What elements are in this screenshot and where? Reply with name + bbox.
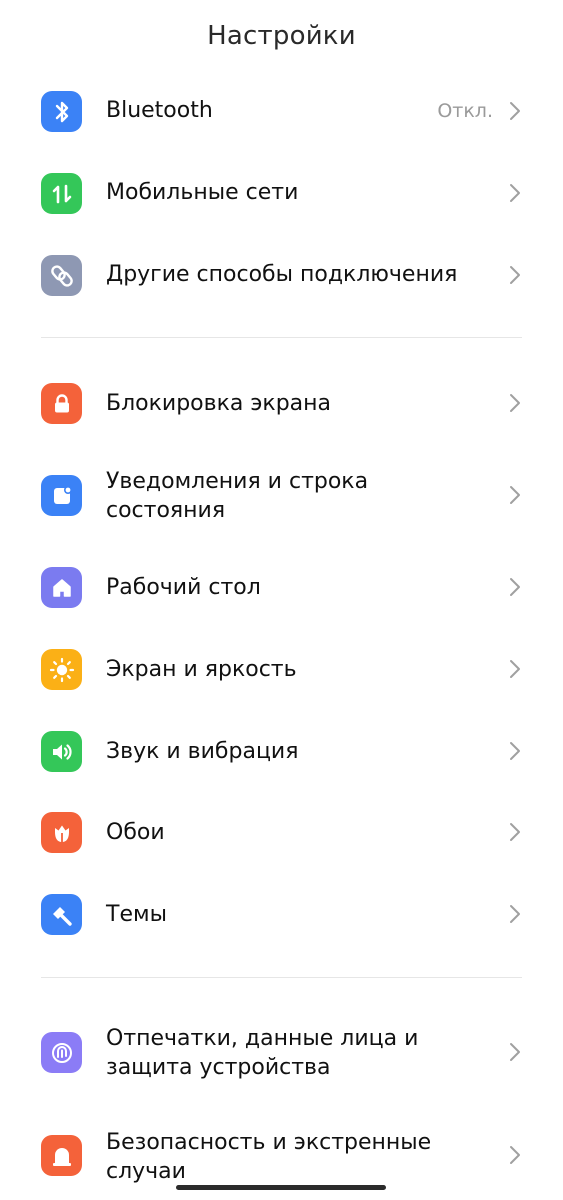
settings-item-other-connections[interactable]: Другие способы подключения	[0, 235, 563, 315]
sun-icon	[41, 649, 82, 690]
link-icon	[41, 255, 82, 296]
settings-item-label: Мобильные сети	[106, 180, 299, 205]
settings-item-home-screen[interactable]: Рабочий стол	[0, 547, 563, 627]
chevron-right-icon	[510, 394, 520, 412]
settings-item-label-line: Отпечатки, данные лица и	[106, 1026, 419, 1051]
settings-item-mobile-networks[interactable]: Мобильные сети	[0, 153, 563, 233]
chevron-right-icon	[510, 1146, 520, 1164]
chevron-right-icon	[510, 660, 520, 678]
page-title: Настройки	[207, 21, 356, 51]
settings-item-display[interactable]: Экран и яркость	[0, 629, 563, 709]
settings-item-label-line: случаи	[106, 1159, 186, 1184]
settings-item-sound[interactable]: Звук и вибрация	[0, 711, 563, 791]
settings-item-label: Безопасность и экстренные случаи	[106, 1128, 493, 1186]
settings-item-label: Уведомления и строка состояния	[106, 467, 493, 525]
mobile-data-icon	[41, 173, 82, 214]
settings-item-label-line: Уведомления и строка	[106, 469, 369, 494]
tulip-icon	[41, 812, 82, 853]
chevron-right-icon	[510, 742, 520, 760]
chevron-right-icon	[510, 266, 520, 284]
home-icon	[41, 567, 82, 608]
settings-item-themes[interactable]: Темы	[0, 874, 563, 954]
settings-item-lock-screen[interactable]: Блокировка экрана	[0, 363, 563, 443]
section-divider	[41, 977, 522, 978]
settings-item-label: Другие способы подключения	[106, 262, 458, 287]
chevron-right-icon	[510, 1043, 520, 1061]
settings-item-notifications[interactable]: Уведомления и строка состояния	[0, 448, 563, 543]
bluetooth-status: Откл.	[437, 100, 493, 122]
settings-item-label-line: Безопасность и экстренные	[106, 1130, 432, 1155]
settings-item-label: Экран и яркость	[106, 657, 297, 682]
section-divider	[41, 337, 522, 338]
chevron-right-icon	[510, 578, 520, 596]
settings-item-label: Обои	[106, 820, 165, 845]
settings-item-label: Темы	[106, 902, 167, 927]
settings-item-label: Отпечатки, данные лица и защита устройст…	[106, 1024, 493, 1082]
settings-item-label: Звук и вибрация	[106, 739, 299, 764]
chevron-right-icon	[510, 184, 520, 202]
notification-icon	[41, 475, 82, 516]
chevron-right-icon	[510, 486, 520, 504]
chevron-right-icon	[510, 102, 520, 120]
settings-item-bluetooth[interactable]: Bluetooth Откл.	[0, 71, 563, 151]
settings-item-label-line: защита устройства	[106, 1055, 331, 1080]
settings-item-label-line: состояния	[106, 498, 226, 523]
chevron-right-icon	[510, 823, 520, 841]
chevron-right-icon	[510, 905, 520, 923]
settings-item-biometrics[interactable]: Отпечатки, данные лица и защита устройст…	[0, 1005, 563, 1100]
fingerprint-icon	[41, 1032, 82, 1073]
settings-item-wallpaper[interactable]: Обои	[0, 792, 563, 872]
settings-item-label: Bluetooth	[106, 98, 213, 123]
speaker-icon	[41, 731, 82, 772]
brush-icon	[41, 894, 82, 935]
lock-icon	[41, 383, 82, 424]
settings-item-label: Блокировка экрана	[106, 391, 332, 416]
emergency-icon	[41, 1135, 82, 1176]
settings-item-label: Рабочий стол	[106, 575, 261, 600]
bluetooth-icon	[41, 91, 82, 132]
home-indicator[interactable]	[176, 1185, 386, 1190]
